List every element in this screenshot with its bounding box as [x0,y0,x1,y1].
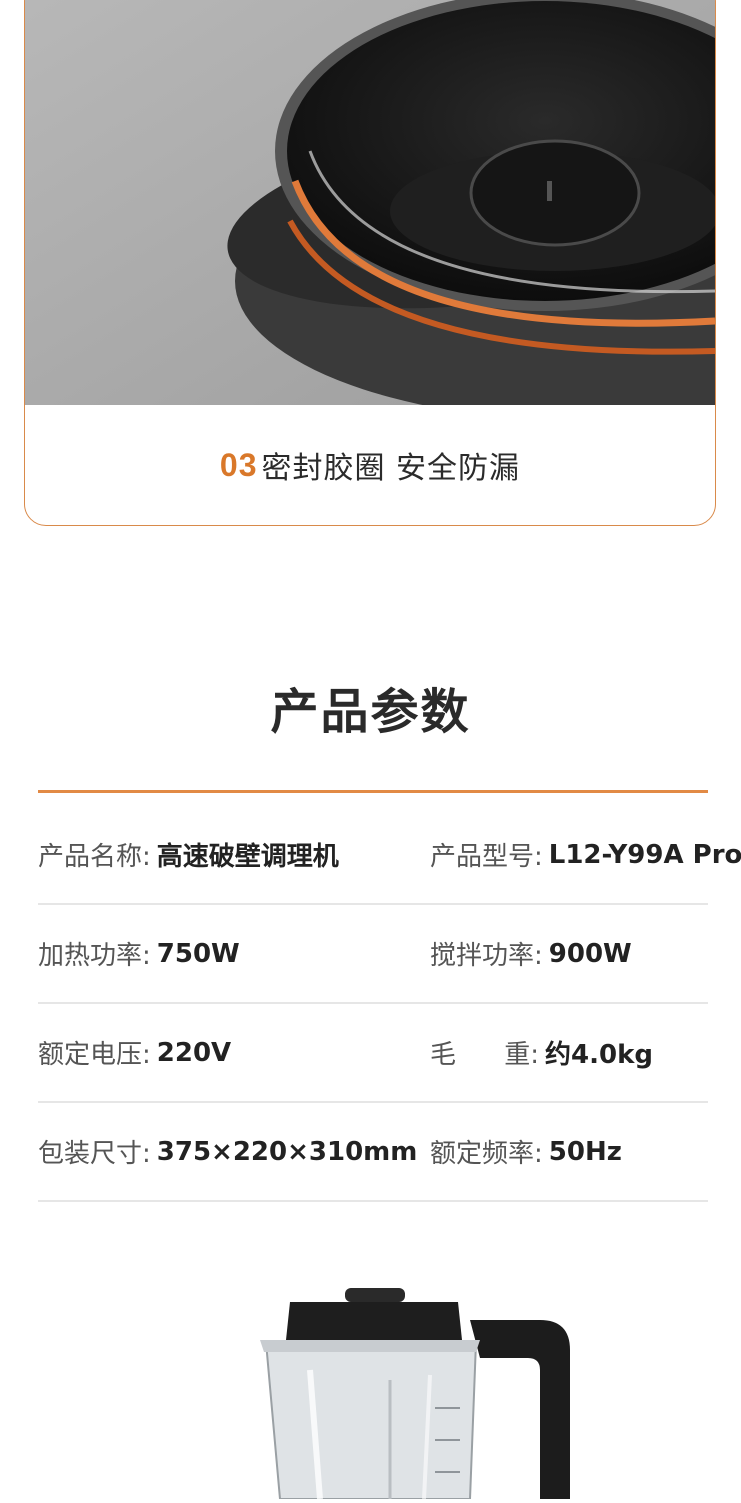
spec-label: 加热功率: [38,941,151,971]
spec-row: 额定电压: 220V 毛 重: 约4.0kg [38,1004,708,1103]
spec-cell: 毛 重: 约4.0kg [430,1034,653,1071]
spec-row: 加热功率: 750W 搅拌功率: 900W [38,905,708,1004]
spec-cell: 产品名称: 高速破壁调理机 [38,836,339,873]
spec-value: 900W [548,938,632,969]
sealing-ring-photo [25,0,715,405]
spec-label: 毛 重: [430,1040,540,1070]
spec-label: 产品型号: [430,842,543,872]
spec-cell: 额定电压: 220V [38,1034,231,1071]
spec-label: 额定电压: [38,1040,151,1070]
feature-caption: 03 密封胶圈 安全防漏 [25,405,715,525]
blender-product-photo [240,1280,580,1500]
feature-number: 03 [219,446,258,483]
spec-value: 50Hz [548,1136,622,1167]
spec-value: 375×220×310mm [156,1136,418,1167]
spec-label: 搅拌功率: [430,941,543,971]
title-divider [38,790,708,793]
spec-cell: 额定频率: 50Hz [430,1133,622,1170]
spec-cell: 包装尺寸: 375×220×310mm [38,1133,417,1170]
feature-card: 03 密封胶圈 安全防漏 [24,0,716,526]
spec-cell: 产品型号: L12-Y99A Pro [430,836,741,873]
spec-table: 产品名称: 高速破壁调理机 产品型号: L12-Y99A Pro 加热功率: 7… [38,806,741,1202]
section-title: 产品参数 [270,684,471,740]
spec-value: 约4.0kg [545,1040,653,1070]
spec-value: 220V [156,1037,232,1068]
spec-label: 额定频率: [430,1139,543,1169]
spec-label: 包装尺寸: [38,1139,151,1169]
spec-label: 产品名称: [38,842,151,872]
spec-value: 高速破壁调理机 [156,842,339,872]
feature-caption-text: 密封胶圈 安全防漏 [261,451,521,486]
spec-row: 包装尺寸: 375×220×310mm 额定频率: 50Hz [38,1103,708,1202]
spec-value: 750W [156,938,240,969]
spec-row: 产品名称: 高速破壁调理机 产品型号: L12-Y99A Pro [38,806,741,905]
spec-value: L12-Y99A Pro [548,839,741,870]
spec-cell: 加热功率: 750W [38,935,240,972]
spec-cell: 搅拌功率: 900W [430,935,632,972]
